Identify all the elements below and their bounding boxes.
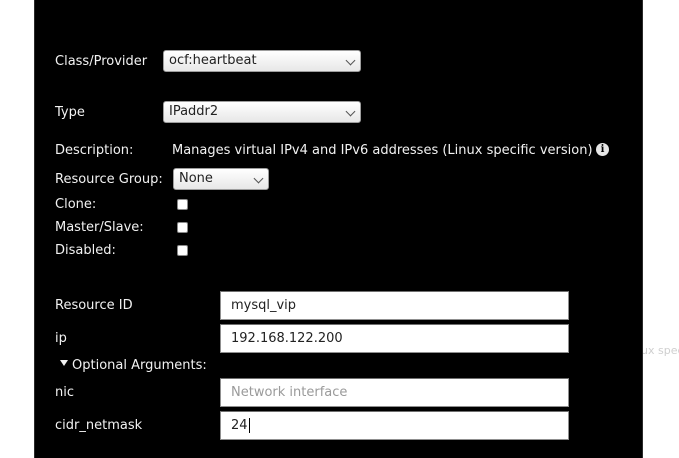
class-provider-value: ocf:heartbeat <box>169 53 257 68</box>
class-provider-select[interactable]: ocf:heartbeat <box>163 50 361 72</box>
master-slave-checkbox[interactable] <box>177 222 188 233</box>
resource-id-value: mysql_vip <box>231 298 297 313</box>
info-icon[interactable]: i <box>596 143 609 156</box>
clone-label: Clone: <box>55 197 97 212</box>
ip-value: 192.168.122.200 <box>231 331 343 346</box>
description-text: Manages virtual IPv4 and IPv6 addresses … <box>172 143 593 158</box>
nic-placeholder: Network interface <box>231 385 348 400</box>
cidr-netmask-label: cidr_netmask <box>55 418 143 433</box>
disabled-checkbox[interactable] <box>177 245 188 256</box>
chevron-down-icon <box>345 106 356 117</box>
resource-group-select[interactable]: None <box>173 168 269 190</box>
chevron-down-icon <box>345 55 356 66</box>
create-resource-dialog: Class/Provider ocf:heartbeat Type IPaddr… <box>34 0 643 458</box>
cidr-netmask-input[interactable]: 24 <box>220 411 569 440</box>
type-select[interactable]: IPaddr2 <box>163 101 361 123</box>
disabled-label: Disabled: <box>55 243 116 258</box>
clone-checkbox[interactable] <box>177 199 188 210</box>
class-provider-label: Class/Provider <box>55 54 148 69</box>
optional-arguments-toggle[interactable]: Optional Arguments: <box>72 358 207 373</box>
ip-label: ip <box>55 331 67 346</box>
resource-group-label: Resource Group: <box>55 172 163 187</box>
nic-label: nic <box>55 385 74 400</box>
resource-id-input[interactable]: mysql_vip <box>220 291 569 320</box>
resource-id-label: Resource ID <box>55 298 133 313</box>
master-slave-label: Master/Slave: <box>55 220 144 235</box>
resource-group-value: None <box>179 171 213 186</box>
type-value: IPaddr2 <box>169 104 219 119</box>
cidr-netmask-value: 24 <box>231 418 248 433</box>
ip-input[interactable]: 192.168.122.200 <box>220 324 569 353</box>
caret-down-icon[interactable] <box>60 360 68 366</box>
chevron-down-icon <box>253 173 264 184</box>
background-description-overflow: ux spec <box>641 344 679 357</box>
nic-input[interactable]: Network interface <box>220 378 569 407</box>
text-cursor <box>248 418 250 433</box>
description-label: Description: <box>55 143 134 158</box>
type-label: Type <box>55 105 85 120</box>
